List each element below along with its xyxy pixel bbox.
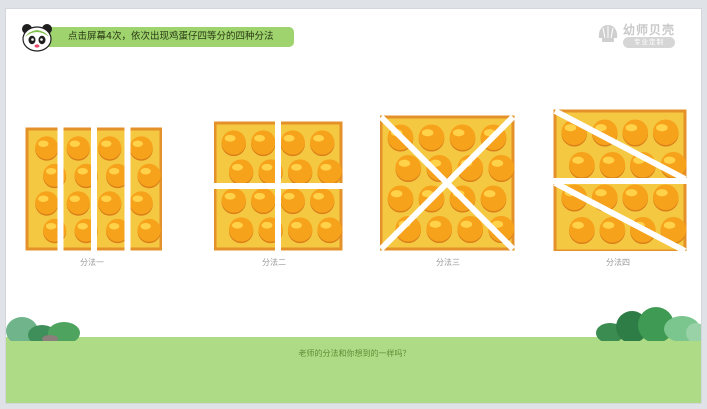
egg-bubble	[310, 130, 335, 157]
egg-bubble	[221, 188, 246, 215]
brand-logo: 幼师贝壳 专业定制	[597, 19, 687, 55]
egg-bubble	[98, 136, 122, 161]
egg-bubble	[488, 154, 515, 183]
egg-bubble	[66, 191, 90, 216]
egg-bubble	[280, 188, 305, 215]
egg-bubble	[599, 151, 626, 180]
brand-tagline: 专业定制	[623, 37, 675, 48]
question-prompt: 老师的分法和你想到的一样吗？	[298, 349, 411, 358]
egg-bubble	[457, 215, 484, 244]
egg-bubble	[221, 130, 246, 157]
egg-bubble	[622, 119, 649, 147]
method-1-label: 分法一	[80, 258, 104, 267]
instruction-banner: 点击屏幕4次，依次出现鸡蛋仔四等分的四种分法	[20, 23, 294, 52]
egg-bubble	[426, 215, 453, 244]
waffle-method-3-graphic	[380, 114, 516, 251]
egg-bubble	[310, 188, 335, 215]
waffle-method-1-graphic	[25, 127, 162, 251]
egg-bubble	[569, 151, 595, 180]
egg-bubble	[652, 184, 679, 212]
method-3-label: 分法三	[436, 258, 460, 267]
egg-bubble	[129, 191, 153, 216]
egg-bubble	[449, 124, 476, 152]
egg-bubble	[129, 136, 153, 161]
egg-bubble	[66, 136, 90, 161]
egg-bubble	[228, 217, 254, 244]
method-4-label: 分法四	[606, 258, 630, 267]
egg-bubble	[480, 185, 507, 213]
egg-bubble	[622, 184, 649, 212]
egg-waffle-method-2[interactable]	[214, 101, 354, 251]
slide-canvas[interactable]: 点击屏幕4次，依次出现鸡蛋仔四等分的四种分法 幼师贝壳 专业定制 分法一 分法二…	[5, 8, 702, 404]
panda-icon	[22, 24, 52, 52]
egg-bubble	[251, 188, 276, 215]
instruction-text: 点击屏幕4次，依次出现鸡蛋仔四等分的四种分法	[44, 27, 294, 47]
egg-bubble	[98, 191, 122, 216]
egg-waffle-method-3[interactable]	[380, 101, 520, 251]
egg-waffle-method-1[interactable]	[22, 101, 162, 251]
egg-bubble	[652, 119, 679, 147]
egg-bubble	[137, 218, 161, 244]
egg-bubble	[317, 217, 342, 244]
egg-bubble	[228, 159, 254, 186]
bush-left-icon	[6, 317, 80, 341]
egg-bubble	[35, 136, 59, 161]
egg-bubble	[35, 191, 59, 216]
egg-bubble	[251, 130, 276, 157]
shell-logo-icon	[598, 25, 618, 42]
egg-bubble	[137, 163, 161, 189]
method-2-label: 分法二	[262, 258, 286, 267]
waffle-method-4-graphic	[553, 108, 687, 251]
egg-bubble	[317, 159, 342, 186]
egg-bubble	[280, 130, 305, 157]
egg-bubble	[395, 154, 422, 183]
egg-bubble	[287, 159, 313, 186]
egg-bubble	[287, 217, 313, 244]
egg-waffle-method-4[interactable]	[552, 101, 692, 251]
egg-bubble	[418, 124, 445, 152]
waffle-method-2-graphic	[214, 121, 343, 251]
egg-bubble	[387, 185, 414, 213]
brand-name: 幼师贝壳	[623, 23, 676, 37]
egg-bubble	[569, 216, 595, 245]
bush-right-icon	[596, 307, 701, 341]
